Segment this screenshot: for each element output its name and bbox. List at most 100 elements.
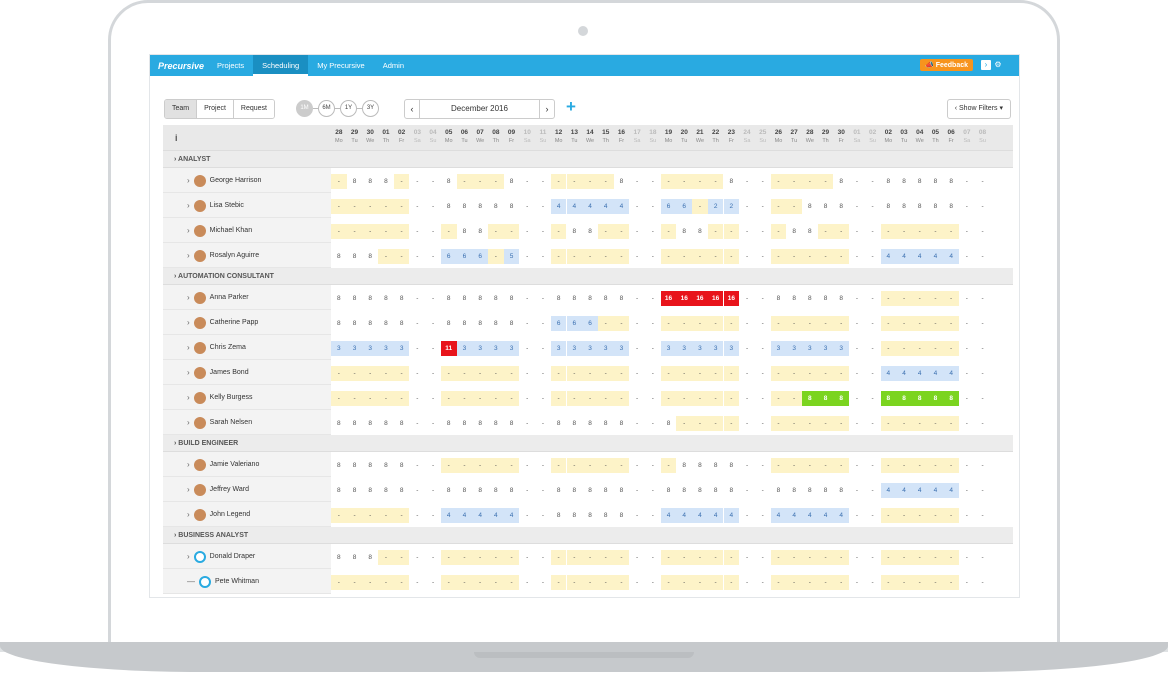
allocation-cell[interactable]: - xyxy=(629,366,645,381)
allocation-cell[interactable]: - xyxy=(755,316,771,331)
allocation-cell[interactable]: - xyxy=(817,416,834,431)
allocation-cell[interactable]: 8 xyxy=(896,199,912,214)
allocation-cell[interactable]: - xyxy=(503,550,520,565)
allocation-cell[interactable]: - xyxy=(519,291,535,306)
allocation-cell[interactable]: - xyxy=(331,575,347,590)
allocation-cell[interactable]: - xyxy=(456,550,473,565)
allocation-cell[interactable]: 4 xyxy=(472,508,488,523)
expand-chevron-icon[interactable]: › xyxy=(187,201,190,210)
allocation-cell[interactable]: - xyxy=(660,458,677,473)
allocation-cell[interactable]: - xyxy=(770,199,787,214)
allocation-cell[interactable]: - xyxy=(645,458,661,473)
allocation-cell[interactable]: - xyxy=(519,391,535,406)
allocation-cell[interactable]: 8 xyxy=(441,416,457,431)
group-header[interactable]: › AUTOMATION CONSULTANT xyxy=(163,268,1013,285)
allocation-cell[interactable]: - xyxy=(786,316,802,331)
allocation-cell[interactable]: 8 xyxy=(817,391,834,406)
allocation-cell[interactable]: - xyxy=(802,416,818,431)
allocation-cell[interactable]: 8 xyxy=(394,316,410,331)
allocation-cell[interactable]: 8 xyxy=(441,483,457,498)
allocation-cell[interactable]: - xyxy=(739,291,755,306)
allocation-cell[interactable]: - xyxy=(503,366,520,381)
resource-name[interactable]: › Michael Khan xyxy=(163,218,329,243)
allocation-cell[interactable]: - xyxy=(410,199,426,214)
allocation-cell[interactable]: - xyxy=(943,291,959,306)
allocation-cell[interactable]: 8 xyxy=(881,174,897,189)
allocation-cell[interactable]: - xyxy=(786,174,802,189)
allocation-cell[interactable]: - xyxy=(943,458,959,473)
allocation-cell[interactable]: 2 xyxy=(723,199,740,214)
allocation-cell[interactable]: 3 xyxy=(488,341,504,356)
allocation-cell[interactable]: - xyxy=(911,550,928,565)
allocation-cell[interactable]: 8 xyxy=(802,483,818,498)
allocation-cell[interactable]: - xyxy=(739,366,755,381)
allocation-cell[interactable]: - xyxy=(723,575,740,590)
allocation-cell[interactable]: - xyxy=(739,174,755,189)
gear-icon[interactable]: ⚙ xyxy=(993,60,1003,70)
allocation-cell[interactable]: 8 xyxy=(911,391,928,406)
allocation-cell[interactable]: 8 xyxy=(786,483,802,498)
allocation-cell[interactable]: 16 xyxy=(676,291,693,306)
allocation-cell[interactable]: - xyxy=(362,508,379,523)
allocation-cell[interactable]: 8 xyxy=(362,458,378,473)
allocation-cell[interactable]: 8 xyxy=(582,291,598,306)
allocation-cell[interactable]: - xyxy=(346,391,363,406)
allocation-cell[interactable]: - xyxy=(723,391,740,406)
allocation-cell[interactable]: - xyxy=(425,316,441,331)
allocation-cell[interactable]: - xyxy=(802,458,818,473)
allocation-cell[interactable]: - xyxy=(378,550,394,565)
allocation-cell[interactable]: - xyxy=(660,391,677,406)
allocation-cell[interactable]: 4 xyxy=(880,483,897,498)
allocation-cell[interactable]: - xyxy=(393,391,410,406)
allocation-cell[interactable]: 4 xyxy=(943,366,959,381)
allocation-cell[interactable]: - xyxy=(896,416,912,431)
view-team[interactable]: Team xyxy=(165,100,198,118)
allocation-cell[interactable]: 4 xyxy=(927,483,944,498)
allocation-cell[interactable]: - xyxy=(550,575,567,590)
allocation-cell[interactable]: - xyxy=(378,224,394,239)
allocation-cell[interactable]: - xyxy=(880,316,897,331)
allocation-cell[interactable]: - xyxy=(645,391,661,406)
allocation-cell[interactable]: - xyxy=(707,224,724,239)
allocation-cell[interactable]: - xyxy=(975,458,991,473)
allocation-cell[interactable]: - xyxy=(519,174,535,189)
allocation-cell[interactable]: - xyxy=(975,341,991,356)
allocation-cell[interactable]: 8 xyxy=(472,291,488,306)
allocation-cell[interactable]: - xyxy=(849,416,865,431)
allocation-cell[interactable]: 8 xyxy=(896,391,912,406)
expand-chevron-icon[interactable]: › xyxy=(187,460,190,469)
allocation-cell[interactable]: 8 xyxy=(598,508,614,523)
allocation-cell[interactable]: - xyxy=(770,416,787,431)
allocation-cell[interactable]: 5 xyxy=(503,249,520,264)
resource-name[interactable]: › Jeffrey Ward xyxy=(163,477,329,502)
allocation-cell[interactable]: - xyxy=(519,550,535,565)
allocation-cell[interactable]: - xyxy=(550,249,567,264)
zoom-1y[interactable]: 1Y xyxy=(340,100,357,117)
nav-projects[interactable]: Projects xyxy=(208,55,253,76)
allocation-cell[interactable]: - xyxy=(613,224,630,239)
allocation-cell[interactable]: - xyxy=(692,249,708,264)
allocation-cell[interactable]: - xyxy=(645,416,661,431)
allocation-cell[interactable]: 3 xyxy=(331,341,347,356)
allocation-cell[interactable]: 8 xyxy=(896,174,912,189)
allocation-cell[interactable]: - xyxy=(645,366,661,381)
allocation-cell[interactable]: - xyxy=(707,575,724,590)
allocation-cell[interactable]: - xyxy=(707,391,724,406)
allocation-cell[interactable]: - xyxy=(535,366,551,381)
allocation-cell[interactable]: - xyxy=(378,366,394,381)
allocation-cell[interactable]: - xyxy=(865,291,881,306)
allocation-cell[interactable]: - xyxy=(613,575,630,590)
allocation-cell[interactable]: - xyxy=(535,249,551,264)
allocation-cell[interactable]: 4 xyxy=(880,249,897,264)
allocation-cell[interactable]: - xyxy=(456,366,473,381)
allocation-cell[interactable]: 8 xyxy=(551,416,567,431)
allocation-cell[interactable]: 4 xyxy=(911,483,928,498)
view-request[interactable]: Request xyxy=(233,100,274,118)
allocation-cell[interactable]: - xyxy=(535,391,551,406)
allocation-cell[interactable]: - xyxy=(927,508,944,523)
allocation-cell[interactable]: 8 xyxy=(362,316,378,331)
allocation-cell[interactable]: - xyxy=(331,366,347,381)
allocation-cell[interactable]: 8 xyxy=(378,483,394,498)
allocation-cell[interactable]: 8 xyxy=(833,174,849,189)
allocation-cell[interactable]: - xyxy=(629,224,645,239)
